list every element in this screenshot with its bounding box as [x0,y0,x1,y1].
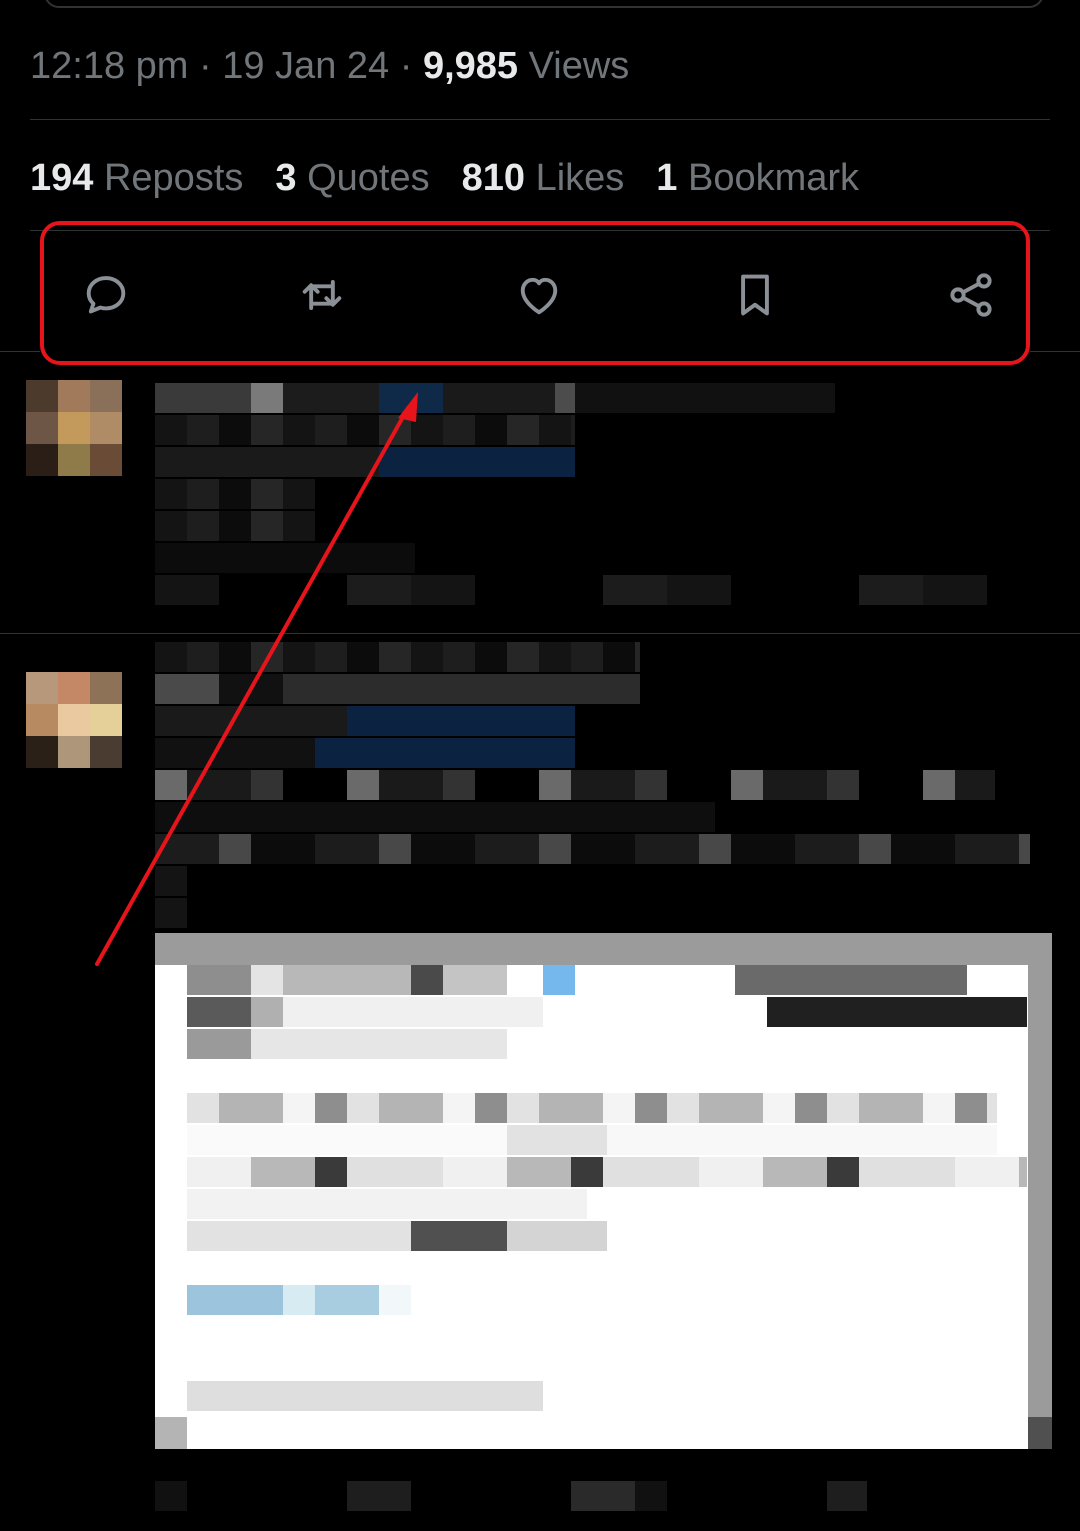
image-side-bar [1028,933,1052,1449]
engagement-stats: 194 Reposts 3 Quotes 810 Likes 1 Bookmar… [30,152,859,204]
divider [0,351,40,352]
tweet-meta: 12:18 pm · 19 Jan 24 · 9,985 Views [30,40,629,92]
quotes-stat[interactable]: 3 Quotes [275,152,429,204]
likes-label: Likes [535,157,625,199]
tweet-time: 12:18 pm [30,45,189,87]
action-bar [40,222,1030,364]
like-button[interactable] [511,267,567,323]
divider [1030,351,1080,352]
avatar-pixelated [26,672,122,768]
divider [30,119,1050,120]
meta-separator: · [399,45,413,87]
reposts-label: Reposts [103,157,244,199]
reply-text-obscured [155,642,1030,930]
meta-separator: · [199,45,212,87]
reply-text-obscured [155,383,1025,607]
quotes-label: Quotes [307,157,430,199]
reposts-stat[interactable]: 194 Reposts [30,152,243,204]
reply-text-obscured [155,1481,867,1513]
reply-icon [86,276,126,314]
likes-stat[interactable]: 810 Likes [462,152,625,204]
repost-button[interactable] [294,267,350,323]
quotes-count: 3 [275,157,297,199]
bookmark-button[interactable] [727,267,783,323]
avatar-pixelated [26,380,122,476]
bookmarks-count: 1 [656,157,678,199]
repost-icon [302,280,342,310]
attached-image-obscured[interactable] [155,933,1052,1449]
share-button[interactable] [943,267,999,323]
bookmarks-label: Bookmark [688,157,860,199]
image-header-bar [155,933,1052,965]
bookmarks-stat[interactable]: 1 Bookmark [656,152,859,204]
share-icon [950,273,992,317]
views-count: 9,985 [422,45,519,87]
previous-card-edge [44,0,1044,8]
views-label: Views [528,45,630,87]
reply-button[interactable] [78,267,134,323]
bookmark-icon [741,274,769,316]
likes-count: 810 [461,157,526,199]
reposts-count: 194 [30,157,94,199]
avatar[interactable] [26,672,122,768]
tweet-date: 19 Jan 24 [222,45,390,87]
divider [0,633,1080,634]
heart-icon [520,277,558,315]
image-footer-bar [155,1417,1052,1449]
avatar[interactable] [26,380,122,476]
